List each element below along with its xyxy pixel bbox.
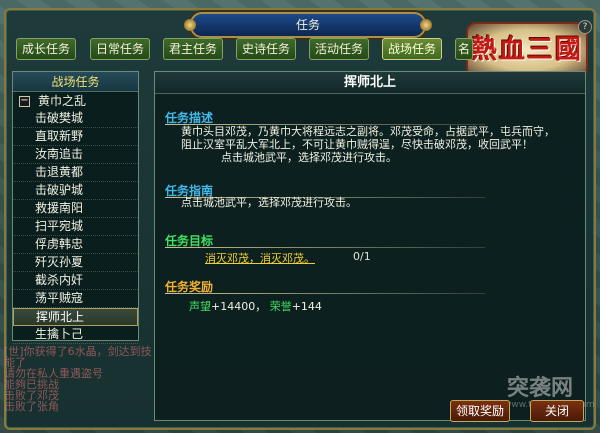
- sidebar-header: 战场任务: [13, 72, 138, 92]
- sidebar-item[interactable]: 击破驴城: [13, 182, 138, 200]
- sidebar-item[interactable]: 直取新野: [13, 128, 138, 146]
- game-logo: 熱血三國: [466, 22, 588, 78]
- sidebar-item[interactable]: 击退黄都: [13, 164, 138, 182]
- divider: [165, 293, 485, 294]
- reward-list: 声望+14400， 荣誉+144: [189, 298, 322, 314]
- sidebar-item[interactable]: 俘虏韩忠: [13, 236, 138, 254]
- goal-link[interactable]: 消灭邓茂，消灭邓茂。: [205, 250, 315, 266]
- collapse-icon[interactable]: −: [19, 95, 30, 107]
- close-button[interactable]: 关闭: [530, 400, 584, 422]
- chat-line: 击败了张角: [4, 400, 59, 413]
- claim-reward-button[interactable]: 领取奖励: [450, 400, 510, 422]
- guide-text: 点击城池武平，选择邓茂进行攻击。: [181, 196, 357, 209]
- tab-epic[interactable]: 史诗任务: [236, 38, 296, 60]
- tab-daily[interactable]: 日常任务: [90, 38, 150, 60]
- sidebar-item[interactable]: 救援南阳: [13, 200, 138, 218]
- tab-battlefield[interactable]: 战场任务: [382, 38, 442, 60]
- sidebar-group-yellow-turban[interactable]: − 黄巾之乱: [13, 92, 138, 110]
- divider: [165, 247, 485, 248]
- window-title: 任务: [295, 18, 320, 32]
- logo-text: 熱血三國: [470, 35, 583, 65]
- reward-honor-value: +144: [291, 300, 322, 313]
- sidebar-item[interactable]: 扫平宛城: [13, 218, 138, 236]
- tab-lord[interactable]: 君主任务: [163, 38, 223, 60]
- sidebar-item[interactable]: 击破樊城: [13, 110, 138, 128]
- reward-honor-label: 荣誉: [269, 300, 292, 313]
- task-detail-panel: 挥师北上 任务描述 黄巾头目邓茂，乃黄巾大将程远志之副将。邓茂受命，占据武平，屯…: [154, 71, 586, 421]
- reward-prestige-value: +14400，: [211, 300, 267, 313]
- description-line-1: 黄巾头目邓茂，乃黄巾大将程远志之副将。邓茂受命，占据武平，屯兵而守，: [181, 125, 555, 138]
- task-sidebar: 战场任务 − 黄巾之乱 击破樊城 直取新野 汝南追击 击退黄都 击破驴城 救援南…: [12, 71, 139, 344]
- chat-line: [世]你获得了6水晶，剑达到技能了: [4, 345, 152, 369]
- sidebar-item[interactable]: 生擒卜己: [13, 326, 138, 344]
- goal-progress: 0/1: [353, 250, 371, 263]
- sidebar-item[interactable]: 荡平贼寇: [13, 290, 138, 308]
- tab-growth[interactable]: 成长任务: [16, 38, 76, 60]
- sidebar-item[interactable]: 截杀内奸: [13, 272, 138, 290]
- tab-fame[interactable]: 名: [455, 38, 473, 60]
- sidebar-item-selected[interactable]: 挥师北上: [13, 308, 138, 326]
- description-line-3: 点击城池武平，选择邓茂进行攻击。: [221, 151, 397, 164]
- help-icon[interactable]: ?: [578, 20, 592, 34]
- tab-event[interactable]: 活动任务: [309, 38, 369, 60]
- sidebar-group-label: 黄巾之乱: [38, 94, 87, 108]
- chat-log: [世]你获得了6水晶，剑达到技能了 请勿在私人重遇盗号 能夠已挑战 击败了邓茂 …: [4, 346, 154, 412]
- sidebar-item[interactable]: 汝南追击: [13, 146, 138, 164]
- window-title-bar[interactable]: 任务: [184, 12, 432, 38]
- description-line-2: 阻止汉室平乱大军北上，不可让黄巾贼得逞，尽快击破邓茂，收回武平！: [181, 138, 533, 151]
- task-title: 挥师北上: [155, 72, 585, 94]
- sidebar-item[interactable]: 歼灭孙夏: [13, 254, 138, 272]
- reward-prestige-label: 声望: [189, 300, 211, 313]
